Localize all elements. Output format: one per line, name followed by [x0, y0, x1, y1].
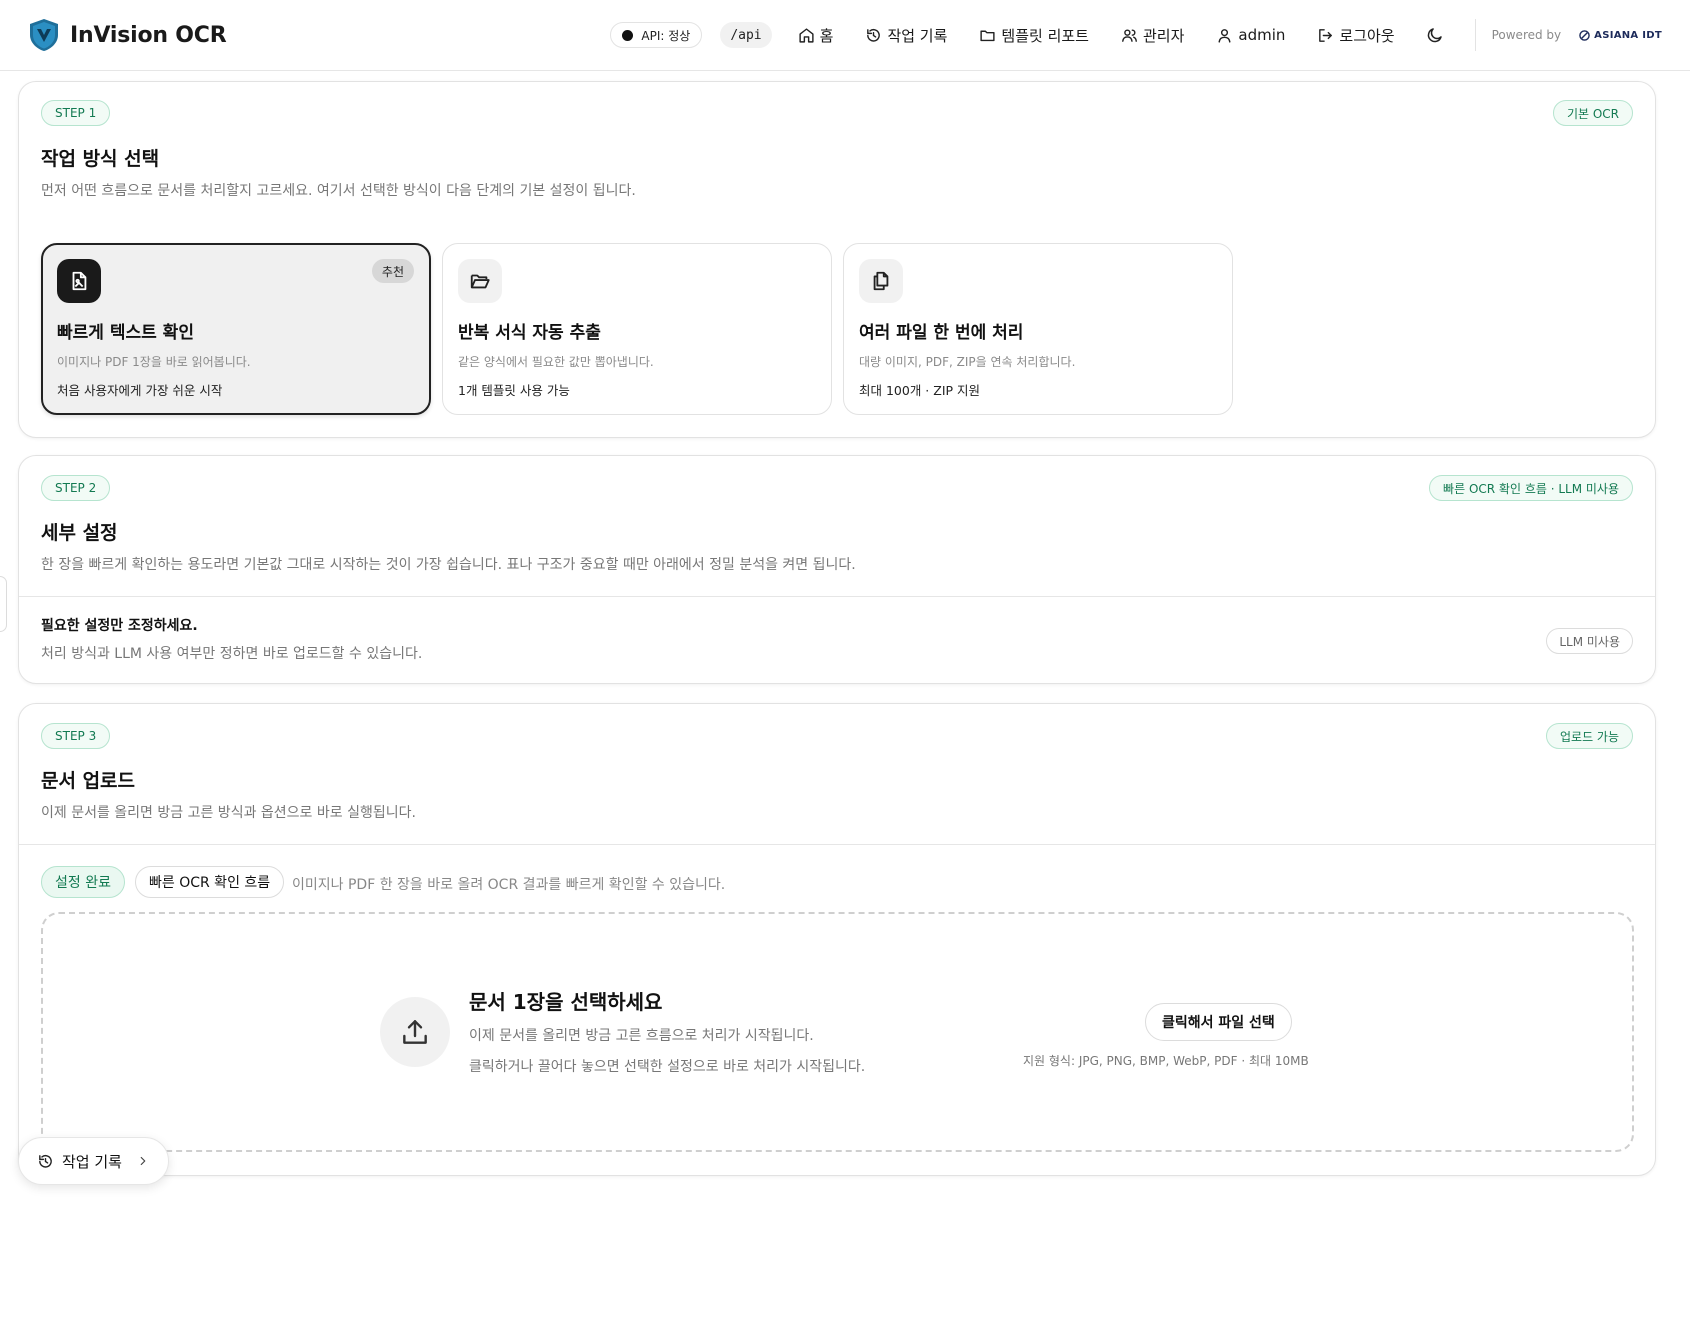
- users-icon: [1122, 28, 1137, 42]
- nav-user[interactable]: admin: [1216, 26, 1285, 44]
- option-title: 반복 서식 자동 추출: [458, 323, 601, 343]
- folder-open-icon: [470, 274, 490, 289]
- partner-logo: ASIANA IDT: [1579, 30, 1662, 41]
- option-icon-box: [458, 259, 502, 303]
- step3-divider: [19, 844, 1655, 845]
- upload-icon-circle: [380, 997, 450, 1067]
- option-note: 처음 사용자에게 가장 쉬운 시작: [57, 383, 223, 398]
- llm-status-pill[interactable]: LLM 미사용: [1546, 628, 1633, 654]
- dropzone-title: 문서 1장을 선택하세요: [469, 990, 663, 1014]
- nav-history[interactable]: 작업 기록: [865, 25, 947, 46]
- option-quick-text[interactable]: 추천 빠르게 텍스트 확인 이미지나 PDF 1장을 바로 읽어봅니다. 처음 …: [41, 243, 431, 415]
- nav-admin[interactable]: 관리자: [1121, 25, 1184, 46]
- step2-title: 세부 설정: [41, 522, 118, 544]
- folder-icon: [980, 30, 995, 41]
- step2-sub-desc: 처리 방식과 LLM 사용 여부만 정하면 바로 업로드할 수 있습니다.: [41, 646, 423, 662]
- option-note: 최대 100개 · ZIP 지원: [859, 383, 981, 398]
- app-title: InVision OCR: [70, 22, 227, 48]
- choose-file-button[interactable]: 클릭해서 파일 선택: [1145, 1003, 1292, 1041]
- flow-description: 이미지나 PDF 한 장을 바로 올려 OCR 결과를 빠르게 확인할 수 있습…: [292, 877, 726, 893]
- partner-name: ASIANA IDT: [1594, 29, 1662, 41]
- copy-files-icon: [873, 271, 889, 291]
- nav-template-report-label: 템플릿 리포트: [1001, 26, 1089, 45]
- step1-badge: STEP 1: [41, 100, 111, 126]
- option-template-extract[interactable]: 반복 서식 자동 추출 같은 양식에서 필요한 값만 뽑아냅니다. 1개 템플릿…: [442, 243, 832, 415]
- api-status-text: API: 정상: [641, 28, 691, 43]
- step1-card: STEP 1 기본 OCR 작업 방식 선택 먼저 어떤 흐름으로 문서를 처리…: [18, 81, 1656, 438]
- moon-icon: [1427, 28, 1442, 43]
- step2-sub-title: 필요한 설정만 조정하세요.: [41, 618, 198, 634]
- option-desc: 이미지나 PDF 1장을 바로 읽어봅니다.: [57, 355, 251, 369]
- nav-home-label: 홈: [819, 26, 834, 45]
- partner-mark-icon: [1579, 29, 1590, 41]
- step2-description: 한 장을 빠르게 확인하는 용도라면 기본값 그대로 시작하는 것이 가장 쉽습…: [41, 557, 856, 573]
- brand[interactable]: InVision OCR: [28, 18, 227, 52]
- step2-divider: [19, 596, 1655, 597]
- nav-logout[interactable]: 로그아웃: [1317, 25, 1395, 46]
- api-path-badge: /api: [720, 22, 772, 48]
- step3-tag: 업로드 가능: [1545, 723, 1633, 749]
- option-icon-box: [859, 259, 903, 303]
- nav-template-report[interactable]: 템플릿 리포트: [979, 25, 1089, 46]
- option-batch-process[interactable]: 여러 파일 한 번에 처리 대량 이미지, PDF, ZIP을 연속 처리합니다…: [843, 243, 1233, 415]
- dropzone-line2: 클릭하거나 끌어다 놓으면 선택한 설정으로 바로 처리가 시작됩니다.: [469, 1059, 866, 1075]
- upload-icon: [403, 1020, 427, 1044]
- status-dot-icon: [622, 29, 634, 41]
- nav-admin-label: 관리자: [1142, 26, 1185, 45]
- step2-badge: STEP 2: [41, 475, 111, 501]
- nav-history-label: 작업 기록: [887, 26, 948, 45]
- supported-formats-text: 지원 형식: JPG, PNG, BMP, WebP, PDF · 최대 10M…: [1023, 1054, 1309, 1068]
- header-divider: [1474, 19, 1476, 51]
- nav-logout-label: 로그아웃: [1339, 26, 1395, 45]
- option-icon-box: [57, 259, 101, 303]
- chevron-right-icon: [140, 1156, 146, 1166]
- settings-done-chip: 설정 완료: [41, 866, 125, 898]
- step1-title: 작업 방식 선택: [41, 148, 160, 170]
- home-icon: [799, 27, 814, 43]
- recommended-badge: 추천: [371, 259, 414, 283]
- option-note: 1개 템플릿 사용 가능: [458, 383, 570, 398]
- step3-card: STEP 3 업로드 가능 문서 업로드 이제 문서를 올리면 방금 고른 방식…: [18, 703, 1656, 1176]
- logout-icon: [1319, 28, 1333, 42]
- dropzone-line1: 이제 문서를 올리면 방금 고른 흐름으로 처리가 시작됩니다.: [469, 1028, 814, 1044]
- option-title: 여러 파일 한 번에 처리: [859, 323, 1024, 343]
- top-nav: API: 정상 /api 홈 작업 기록 템플릿 리포트 관리자 admin 로…: [610, 19, 1662, 51]
- step2-tag: 빠른 OCR 확인 흐름 · LLM 미사용: [1429, 475, 1633, 501]
- step1-tag: 기본 OCR: [1552, 100, 1633, 126]
- option-title: 빠르게 텍스트 확인: [57, 323, 194, 343]
- floating-history-label: 작업 기록: [62, 1152, 122, 1171]
- option-desc: 같은 양식에서 필요한 값만 뽑아냅니다.: [458, 355, 654, 369]
- shield-logo-icon: [28, 18, 60, 52]
- step2-card: STEP 2 빠른 OCR 확인 흐름 · LLM 미사용 세부 설정 한 장을…: [18, 455, 1656, 684]
- step1-description: 먼저 어떤 흐름으로 문서를 처리할지 고르세요. 여기서 선택한 방식이 다음…: [41, 183, 636, 199]
- history-icon: [39, 1154, 52, 1168]
- flow-chip: 빠른 OCR 확인 흐름: [135, 866, 285, 898]
- top-header: InVision OCR API: 정상 /api 홈 작업 기록 템플릿 리포…: [0, 0, 1690, 71]
- api-status-badge: API: 정상: [610, 22, 703, 48]
- side-panel-handle[interactable]: [0, 576, 7, 632]
- step3-title: 문서 업로드: [41, 770, 136, 792]
- user-icon: [1218, 28, 1231, 43]
- nav-home[interactable]: 홈: [798, 25, 834, 46]
- step3-badge: STEP 3: [41, 723, 111, 749]
- theme-toggle-button[interactable]: [1423, 23, 1447, 47]
- history-icon: [867, 28, 881, 42]
- nav-user-label: admin: [1238, 26, 1286, 44]
- image-file-icon: [72, 271, 87, 291]
- powered-by-text: Powered by: [1491, 28, 1562, 42]
- upload-dropzone[interactable]: 문서 1장을 선택하세요 이제 문서를 올리면 방금 고른 흐름으로 처리가 시…: [41, 912, 1634, 1152]
- option-desc: 대량 이미지, PDF, ZIP을 연속 처리합니다.: [859, 355, 1076, 369]
- step3-description: 이제 문서를 올리면 방금 고른 방식과 옵션으로 바로 실행됩니다.: [41, 805, 416, 821]
- floating-history-button[interactable]: 작업 기록: [18, 1137, 169, 1185]
